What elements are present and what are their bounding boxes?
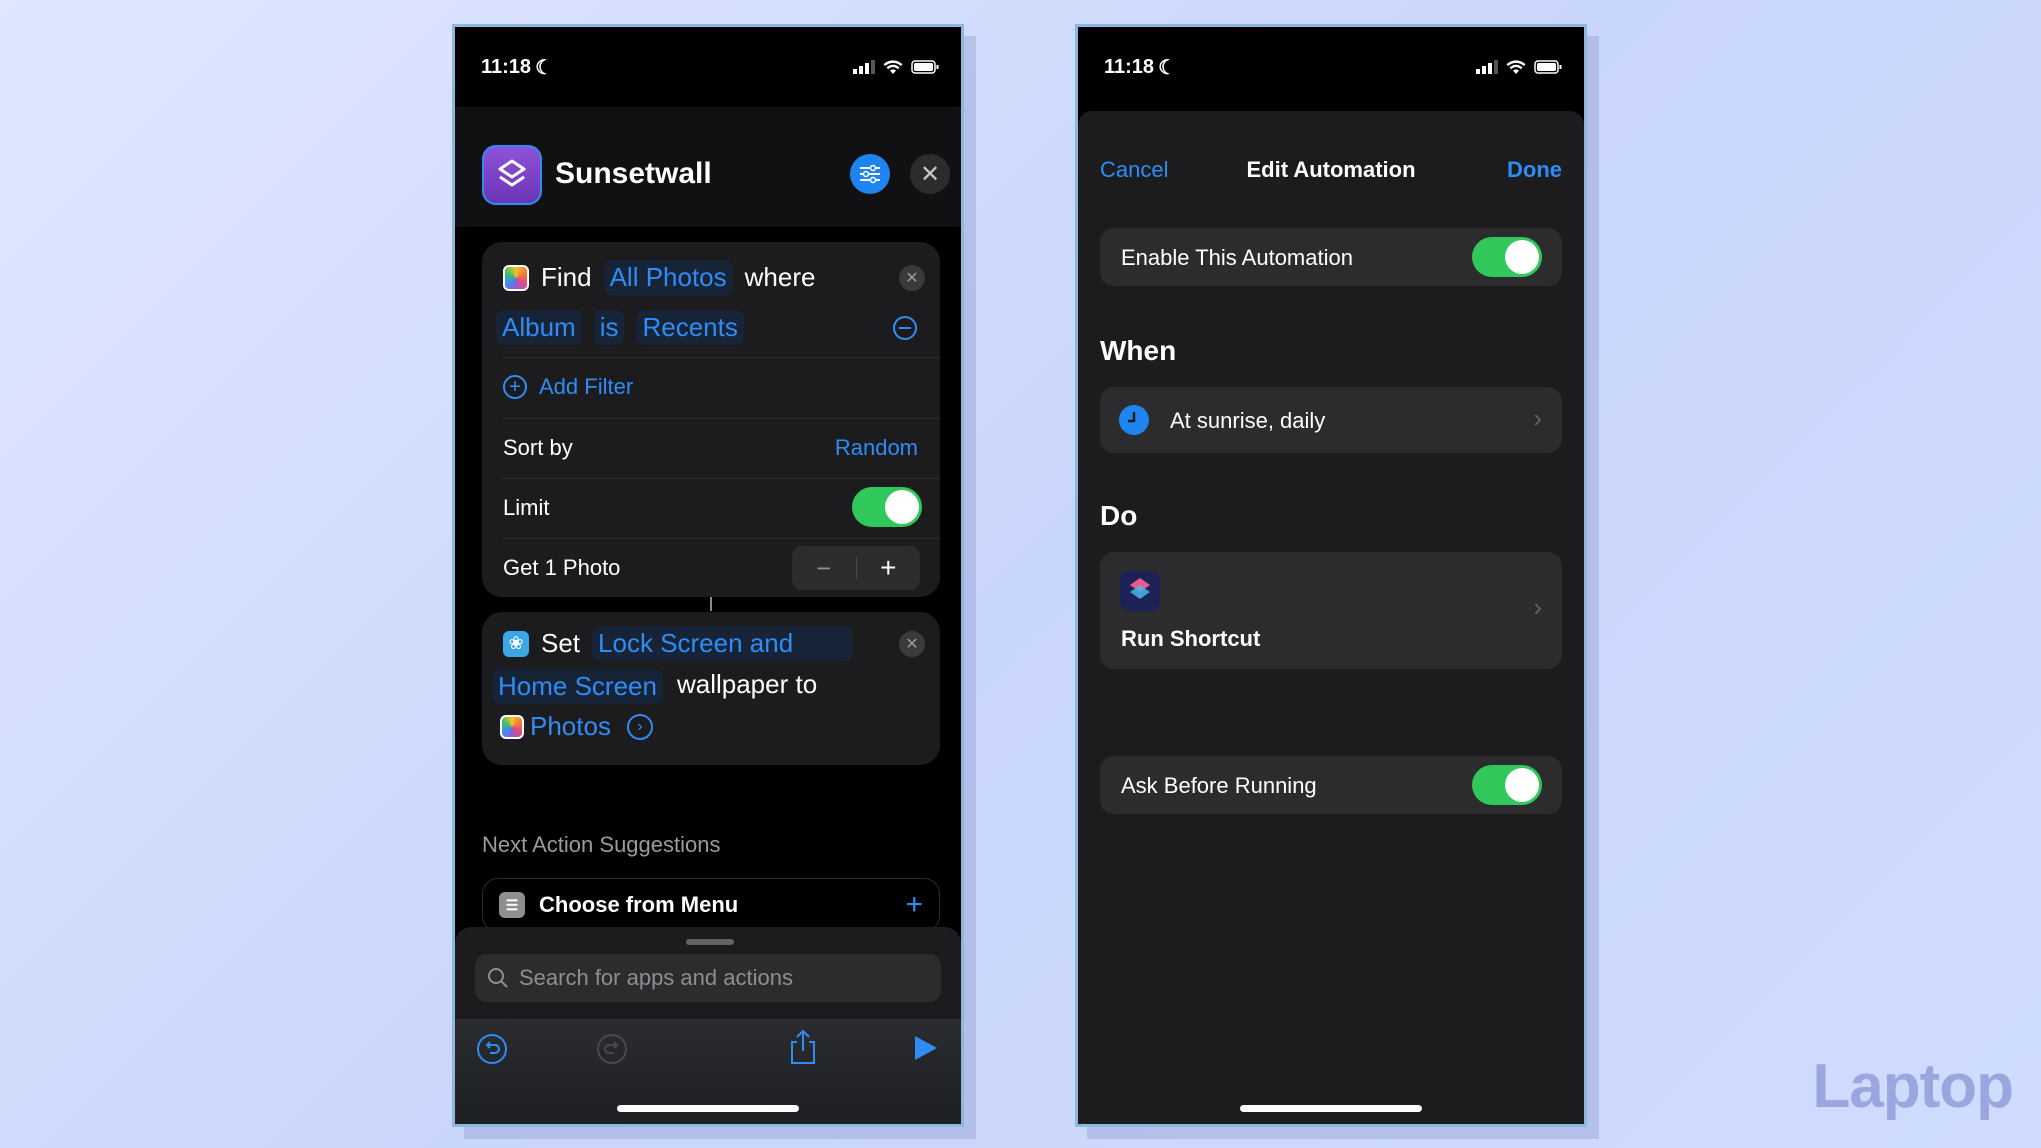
when-heading: When: [1100, 335, 1177, 366]
action-search-sheet: Search for apps and actions: [455, 927, 961, 1124]
remove-set-action-button[interactable]: ✕: [899, 631, 925, 657]
moon-icon: ☾: [1158, 56, 1176, 79]
search-icon: [488, 968, 508, 988]
signal-icon: [1476, 60, 1498, 74]
trigger-label: At sunrise, daily: [1170, 408, 1326, 433]
suggestions-heading: Next Action Suggestions: [482, 832, 721, 857]
edit-automation-phone: 11:18 ☾ Cancel Edit Automation Done Enabl…: [1075, 24, 1587, 1127]
battery-icon: [1534, 60, 1562, 74]
signal-icon: [853, 60, 875, 74]
shortcut-app-icon[interactable]: [482, 145, 542, 205]
enable-automation-toggle[interactable]: [1472, 237, 1542, 277]
find-photos-action: Find All Photos where ✕ Album is Recents…: [482, 242, 940, 597]
search-field[interactable]: Search for apps and actions: [475, 954, 941, 1002]
remove-find-action-button[interactable]: ✕: [899, 265, 925, 291]
set-wallpaper-action: ❀ Set Lock Screen and ✕ Home Screen wall…: [482, 612, 940, 765]
status-time: 11:18: [481, 55, 532, 78]
chevron-right-circle-icon[interactable]: ›: [626, 713, 653, 740]
filter-field-param[interactable]: Album: [496, 310, 582, 345]
ask-before-running-toggle[interactable]: [1472, 765, 1542, 805]
minus-icon: [899, 327, 911, 329]
laptop-logo: Laptop: [1812, 1052, 2014, 1121]
search-placeholder: Search for apps and actions: [519, 965, 793, 990]
shortcut-title[interactable]: Sunsetwall: [555, 157, 712, 191]
ask-before-running-row: Ask Before Running: [1100, 756, 1562, 814]
count-stepper: − +: [792, 546, 920, 590]
do-heading: Do: [1100, 500, 1138, 531]
wallpaper-app-icon: ❀: [503, 630, 529, 657]
close-button[interactable]: ✕: [910, 154, 950, 194]
action-label: Run Shortcut: [1121, 626, 1261, 651]
shortcut-header: Sunsetwall ✕: [455, 107, 961, 227]
limit-toggle[interactable]: [852, 487, 922, 527]
status-time: 11:18: [1104, 55, 1155, 78]
filter-value-param[interactable]: Recents: [636, 310, 744, 345]
ask-label: Ask Before Running: [1121, 773, 1317, 798]
sheet-grabber[interactable]: [686, 939, 734, 945]
status-bar: 11:18 ☾: [455, 27, 961, 107]
chevron-right-icon: ›: [1533, 592, 1542, 622]
where-label: where: [744, 262, 816, 292]
edit-automation-sheet: Cancel Edit Automation Done Enable This …: [1078, 111, 1584, 1124]
shortcut-editor-phone: 11:18 ☾ Sunsetwall ✕ Find All Photos wher…: [452, 24, 964, 1127]
action-row[interactable]: Run Shortcut ›: [1100, 552, 1562, 669]
enable-automation-row: Enable This Automation: [1100, 228, 1562, 286]
home-indicator: [617, 1105, 799, 1112]
increment-button[interactable]: +: [857, 552, 921, 584]
add-filter-button[interactable]: + Add Filter: [503, 374, 940, 400]
nav-bar: Cancel Edit Automation Done: [1078, 111, 1584, 187]
photo-source-param[interactable]: All Photos: [603, 260, 733, 295]
undo-icon[interactable]: [476, 1033, 508, 1065]
status-bar: 11:18 ☾: [1078, 27, 1584, 107]
share-icon[interactable]: [788, 1029, 818, 1065]
set-verb: Set: [541, 628, 581, 658]
clock-icon: [1119, 405, 1149, 435]
play-icon[interactable]: [913, 1034, 939, 1062]
photos-app-icon: [503, 264, 529, 291]
photos-variable[interactable]: Photos: [530, 711, 611, 742]
add-icon[interactable]: +: [905, 888, 923, 922]
home-indicator: [1240, 1105, 1422, 1112]
plus-circle-icon: +: [503, 375, 527, 399]
wifi-icon: [1506, 59, 1526, 74]
wifi-icon: [883, 59, 903, 74]
close-icon: ✕: [905, 636, 919, 653]
suggestion-item[interactable]: ☰ Choose from Menu +: [482, 878, 940, 932]
photos-app-icon: [500, 714, 524, 739]
trigger-row[interactable]: At sunrise, daily ›: [1100, 387, 1562, 453]
battery-icon: [911, 60, 939, 74]
menu-icon: ☰: [499, 892, 525, 918]
action-connector: [710, 597, 712, 611]
redo-icon[interactable]: [596, 1033, 628, 1065]
shortcuts-app-icon: [1120, 571, 1160, 611]
decrement-button[interactable]: −: [792, 553, 856, 584]
sort-by-value[interactable]: Random: [835, 435, 918, 461]
moon-icon: ☾: [535, 56, 553, 79]
wallpaper-to-label: wallpaper to: [676, 669, 818, 699]
filter-operator-param[interactable]: is: [593, 310, 625, 345]
close-icon: ✕: [919, 160, 941, 188]
done-button[interactable]: Done: [1507, 157, 1562, 183]
sliders-icon: [860, 164, 880, 184]
close-icon: ✕: [905, 270, 919, 287]
shortcuts-layers-icon: [498, 159, 526, 187]
remove-filter-button[interactable]: [893, 316, 917, 340]
settings-button[interactable]: [850, 154, 890, 194]
chevron-right-icon: ›: [1533, 403, 1542, 433]
wallpaper-target-param[interactable]: Lock Screen and: [592, 626, 854, 661]
enable-label: Enable This Automation: [1121, 245, 1353, 270]
find-verb: Find: [541, 262, 592, 292]
wallpaper-target-param-cont[interactable]: Home Screen: [492, 669, 663, 704]
